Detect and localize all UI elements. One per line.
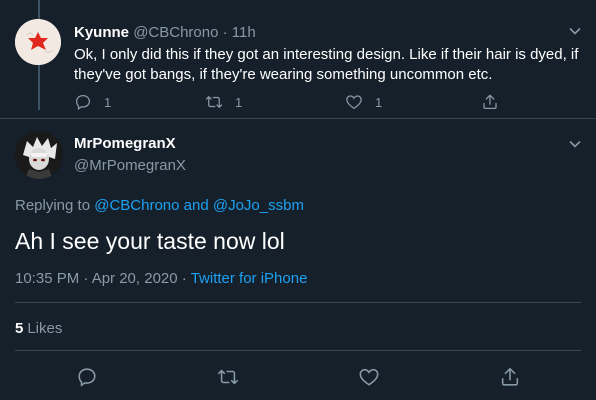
mention-link[interactable]: @JoJo_ssbm: [213, 197, 304, 214]
retweet-count: 1: [235, 94, 243, 110]
retweet-button[interactable]: [217, 366, 239, 388]
reply-tweet[interactable]: Kyunne @CBChrono · 11h Ok, I only did th…: [0, 0, 596, 118]
likes-label: Likes: [27, 320, 63, 337]
tweet-time[interactable]: 11h: [232, 24, 256, 41]
tweet-source-link[interactable]: Twitter for iPhone: [191, 270, 308, 287]
reply-tweet-header: Kyunne @CBChrono · 11h: [74, 24, 256, 41]
retweet-button[interactable]: 1: [205, 92, 242, 112]
display-name[interactable]: Kyunne: [74, 24, 129, 41]
avatar[interactable]: [15, 19, 61, 65]
reply-tweet-actions: 1 1 1: [74, 92, 514, 112]
likes-summary[interactable]: 5 Likes: [15, 320, 62, 337]
separator: ·: [222, 24, 228, 41]
meta-separator: ·: [181, 270, 187, 287]
heart-icon: [359, 368, 379, 386]
reply-button[interactable]: [76, 366, 98, 388]
main-tweet-actions: [0, 366, 596, 390]
divider: [15, 302, 581, 303]
reply-button[interactable]: 1: [74, 92, 111, 112]
share-icon: [483, 94, 497, 110]
retweet-icon: [205, 96, 223, 108]
tweet-text: Ah I see your taste now lol: [15, 228, 285, 254]
reply-icon: [78, 368, 96, 387]
mention-link[interactable]: @CBChrono: [94, 197, 179, 214]
chevron-down-icon[interactable]: [568, 24, 582, 38]
retweet-icon: [218, 369, 238, 385]
reply-icon: [75, 94, 91, 110]
avatar[interactable]: [15, 131, 63, 179]
divider: [0, 118, 596, 119]
tweet-timestamp[interactable]: 10:35 PM · Apr 20, 2020: [15, 270, 178, 287]
share-icon: [501, 367, 519, 386]
divider: [15, 350, 581, 351]
share-button[interactable]: [481, 92, 499, 112]
handle[interactable]: @MrPomegranX: [74, 157, 186, 174]
like-button[interactable]: 1: [345, 92, 382, 112]
like-button[interactable]: [358, 366, 380, 388]
likes-count: 5: [15, 320, 24, 337]
heart-icon: [346, 95, 362, 110]
tweet-metadata: 10:35 PM · Apr 20, 2020 · Twitter for iP…: [15, 270, 307, 287]
replying-to: Replying to @CBChrono and @JoJo_ssbm: [15, 197, 304, 214]
share-button[interactable]: [499, 366, 521, 388]
replying-prefix: Replying to: [15, 197, 91, 214]
reply-count: 1: [104, 94, 112, 110]
like-count: 1: [375, 94, 383, 110]
handle[interactable]: @CBChrono: [133, 24, 218, 41]
replying-and[interactable]: and: [184, 197, 209, 214]
chevron-down-icon[interactable]: [568, 137, 582, 151]
tweet-text: Ok, I only did this if they got an inter…: [74, 46, 579, 83]
display-name[interactable]: MrPomegranX: [74, 135, 176, 152]
